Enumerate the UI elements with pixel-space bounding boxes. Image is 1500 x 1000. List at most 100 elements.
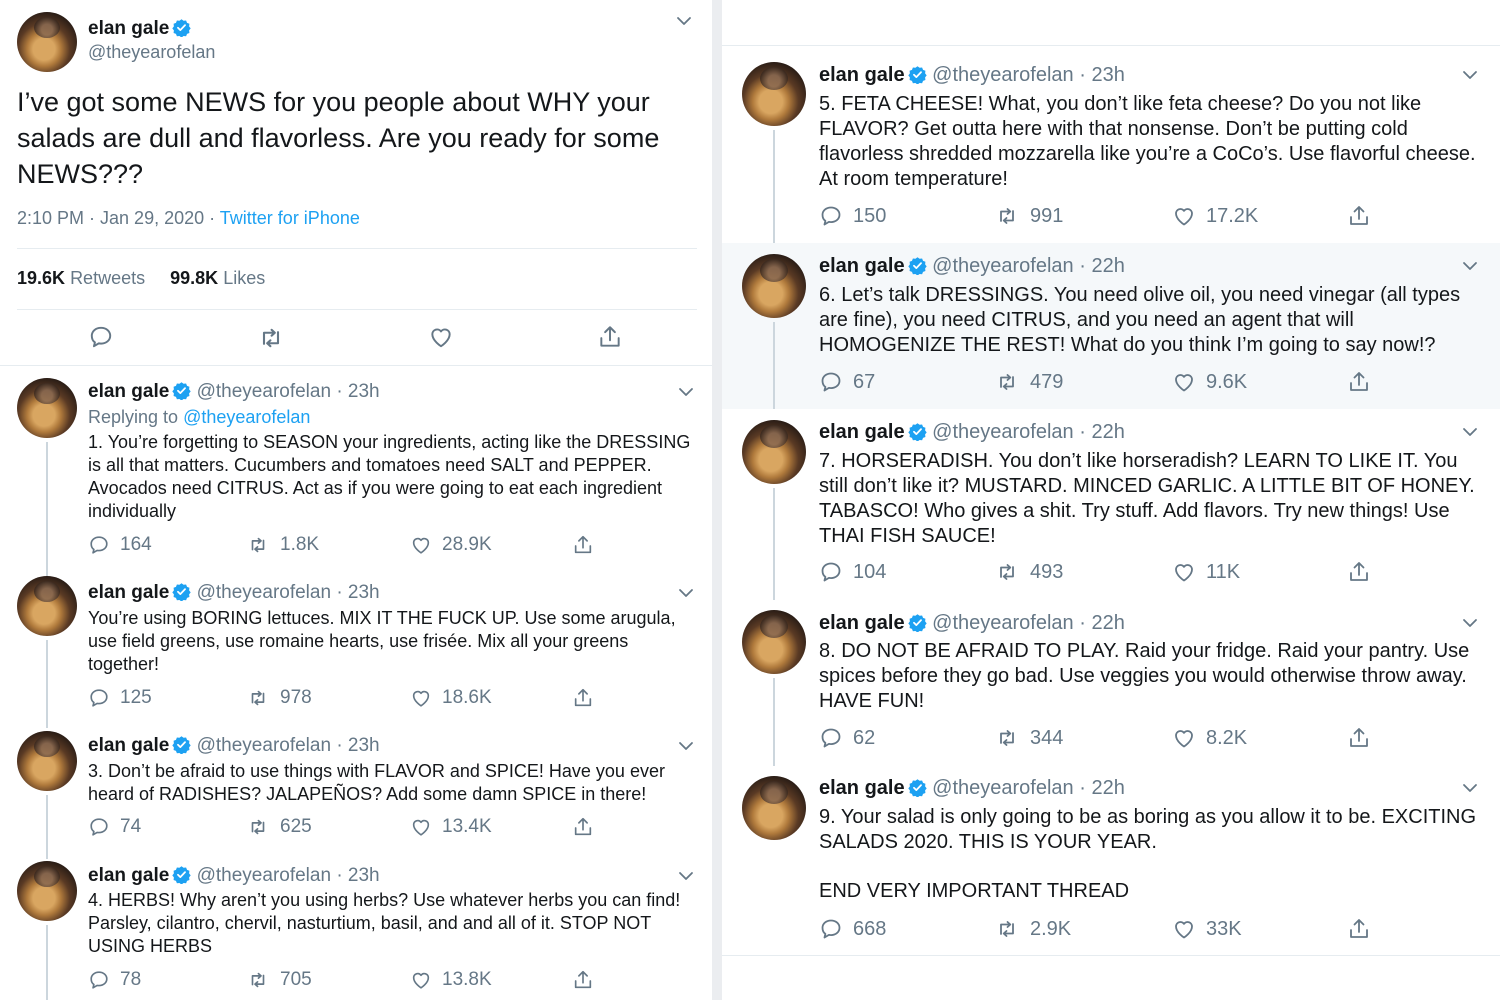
chevron-down-icon[interactable] <box>678 588 694 598</box>
share-button[interactable] <box>572 534 604 556</box>
retweet-count: 2.9K <box>1030 917 1072 940</box>
reply-tweet-3[interactable]: elan gale @theyearofelan · 23h 3. Don’t … <box>0 729 712 859</box>
like-button[interactable]: 13.4K <box>410 816 492 838</box>
retweet-button[interactable]: 1.8K <box>246 534 319 556</box>
reply-button[interactable]: 104 <box>819 560 886 584</box>
avatar[interactable] <box>742 776 806 840</box>
author-name[interactable]: elan gale <box>819 612 905 634</box>
retweet-button[interactable]: 978 <box>246 687 312 709</box>
chevron-down-icon[interactable] <box>678 387 694 397</box>
author-handle[interactable]: @theyearofelan · 23h <box>197 735 380 756</box>
reply-button[interactable]: 74 <box>88 816 141 838</box>
reply-tweet-9[interactable]: elan gale @theyearofelan · 22h 9. Your s… <box>722 766 1500 955</box>
reply-tweet-6[interactable]: elan gale @theyearofelan · 22h 6. Let’s … <box>722 243 1500 409</box>
author-name[interactable]: elan gale <box>819 421 905 443</box>
chevron-down-icon[interactable] <box>1462 783 1478 793</box>
chevron-down-icon[interactable] <box>678 741 694 751</box>
chevron-down-icon[interactable] <box>1462 261 1478 271</box>
reply-button[interactable]: 150 <box>819 204 886 228</box>
reply-button[interactable]: 67 <box>819 370 875 394</box>
retweet-button[interactable]: 625 <box>246 816 312 838</box>
reply-button[interactable]: 125 <box>88 687 152 709</box>
share-button[interactable] <box>572 687 604 709</box>
avatar[interactable] <box>17 731 77 791</box>
retweet-count: 705 <box>280 969 312 990</box>
avatar[interactable] <box>17 378 77 438</box>
reply-tweet-7[interactable]: elan gale @theyearofelan · 22h 7. HORSER… <box>722 409 1500 600</box>
retweet-button[interactable]: 2.9K <box>994 917 1071 941</box>
author-handle[interactable]: @theyearofelan · 23h <box>197 381 380 402</box>
retweet-button[interactable]: 493 <box>994 560 1063 584</box>
author-handle[interactable]: @theyearofelan · 22h <box>932 421 1125 443</box>
tweet-source-link[interactable]: Twitter for iPhone <box>220 208 360 228</box>
like-button[interactable]: 13.8K <box>410 969 492 991</box>
share-icon[interactable] <box>597 324 623 350</box>
reply-tweet-1[interactable]: elan gale @theyearofelan · 23h Replying … <box>0 366 712 576</box>
avatar[interactable] <box>17 12 77 72</box>
share-button[interactable] <box>1347 560 1381 584</box>
author-name[interactable]: elan gale <box>88 735 169 756</box>
avatar[interactable] <box>742 254 806 318</box>
retweet-button[interactable]: 479 <box>994 370 1063 394</box>
share-icon <box>1347 370 1371 394</box>
retweet-button[interactable]: 705 <box>246 969 312 991</box>
author-handle[interactable]: @theyearofelan · 22h <box>932 255 1125 277</box>
reply-tweet-5[interactable]: elan gale @theyearofelan · 23h 5. FETA C… <box>722 46 1500 243</box>
like-button[interactable]: 33K <box>1172 917 1242 941</box>
author-name[interactable]: elan gale <box>88 18 191 40</box>
author-handle[interactable]: @theyearofelan · 22h <box>932 612 1125 634</box>
chevron-down-icon[interactable] <box>1462 618 1478 628</box>
author-handle[interactable]: @theyearofelan · 22h <box>932 777 1125 799</box>
author-name[interactable]: elan gale <box>88 381 169 402</box>
reply-button[interactable]: 668 <box>819 917 886 941</box>
share-button[interactable] <box>1347 917 1381 941</box>
like-icon[interactable] <box>428 324 454 350</box>
chevron-down-icon[interactable] <box>1462 70 1478 80</box>
likes-stat[interactable]: 99.8K Likes <box>170 268 265 288</box>
like-button[interactable]: 8.2K <box>1172 726 1247 750</box>
retweet-icon[interactable] <box>257 324 285 352</box>
author-handle[interactable]: @theyearofelan <box>88 42 215 63</box>
author-name-text[interactable]: elan gale <box>88 18 169 39</box>
chevron-down-icon[interactable] <box>676 16 692 26</box>
avatar[interactable] <box>742 420 806 484</box>
chevron-down-icon[interactable] <box>678 871 694 881</box>
reply-button[interactable]: 78 <box>88 969 141 991</box>
like-button[interactable]: 28.9K <box>410 534 492 556</box>
author-name[interactable]: elan gale <box>88 865 169 886</box>
author-name[interactable]: elan gale <box>88 582 169 603</box>
timestamp-text[interactable]: 2:10 PM · Jan 29, 2020 · <box>17 208 220 228</box>
author-name[interactable]: elan gale <box>819 64 905 86</box>
retweets-stat[interactable]: 19.6K Retweets <box>17 268 145 288</box>
avatar[interactable] <box>17 861 77 921</box>
reply-icon[interactable] <box>88 324 114 350</box>
avatar[interactable] <box>17 576 77 636</box>
like-button[interactable]: 9.6K <box>1172 370 1247 394</box>
retweet-button[interactable]: 344 <box>994 726 1063 750</box>
like-button[interactable]: 17.2K <box>1172 204 1258 228</box>
reply-button[interactable]: 164 <box>88 534 152 556</box>
reply-button[interactable]: 62 <box>819 726 875 750</box>
like-icon <box>1172 204 1196 228</box>
share-button[interactable] <box>572 816 604 838</box>
author-handle[interactable]: @theyearofelan · 23h <box>197 865 380 886</box>
avatar[interactable] <box>742 610 806 674</box>
chevron-down-icon[interactable] <box>1462 427 1478 437</box>
reply-tweet-8[interactable]: elan gale @theyearofelan · 22h 8. DO NOT… <box>722 600 1500 766</box>
like-button[interactable]: 18.6K <box>410 687 492 709</box>
author-name[interactable]: elan gale <box>819 777 905 799</box>
share-button[interactable] <box>1347 726 1381 750</box>
share-button[interactable] <box>1347 204 1381 228</box>
retweet-button[interactable]: 991 <box>994 204 1063 228</box>
share-button[interactable] <box>1347 370 1381 394</box>
author-name[interactable]: elan gale <box>819 255 905 277</box>
like-button[interactable]: 11K <box>1172 560 1240 584</box>
avatar[interactable] <box>742 62 806 126</box>
reply-tweet-2[interactable]: elan gale @theyearofelan · 23h You’re us… <box>0 576 712 728</box>
thread-line <box>773 130 775 243</box>
reply-tweet-4[interactable]: elan gale @theyearofelan · 23h 4. HERBS!… <box>0 859 712 1000</box>
share-button[interactable] <box>572 969 604 991</box>
author-handle[interactable]: @theyearofelan · 23h <box>197 582 380 603</box>
replying-to-link[interactable]: @theyearofelan <box>183 407 310 427</box>
author-handle[interactable]: @theyearofelan · 23h <box>932 64 1125 86</box>
